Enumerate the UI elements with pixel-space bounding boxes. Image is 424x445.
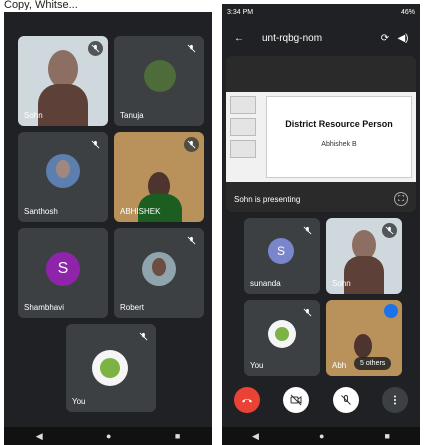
recents-nav-icon[interactable]: ■ <box>385 431 390 441</box>
logo-avatar <box>268 320 296 348</box>
slide-thumbnails <box>230 96 260 176</box>
mic-off-icon <box>300 223 315 238</box>
right-meet-screen: 3:34 PM 46% ← unt-rqbg-nom ⟳ ◀) District… <box>222 4 420 445</box>
participant-tile-santhosh[interactable]: Santhosh <box>18 132 108 222</box>
participant-name: You <box>72 397 86 406</box>
mic-off-icon <box>88 41 103 56</box>
mic-off-icon <box>340 395 351 405</box>
status-battery: 46% <box>400 8 415 16</box>
participant-name: Tanuja <box>120 111 144 120</box>
slide-subtitle: Abhishek B <box>321 141 357 148</box>
participant-name: Robert <box>120 303 145 312</box>
others-count-badge[interactable]: 5 others <box>354 357 392 370</box>
mic-off-icon <box>184 233 199 248</box>
participant-tile-you[interactable]: You <box>66 324 156 412</box>
participant-tile-tanuja[interactable]: Tanuja <box>114 36 204 126</box>
status-bar: 3:34 PM 46% <box>222 4 420 20</box>
participant-tile-shambhavi[interactable]: S Shambhavi <box>18 228 108 318</box>
participant-tile-abhishek[interactable]: Abh 5 others <box>326 300 402 376</box>
end-call-button[interactable] <box>233 387 260 413</box>
participant-tile-sunanda[interactable]: S sunanda <box>244 218 320 294</box>
mic-off-icon <box>184 137 199 152</box>
speaker-icon[interactable]: ◀) <box>394 33 412 44</box>
mic-off-icon <box>382 223 397 238</box>
participant-tile-you[interactable]: You <box>244 300 320 376</box>
avatar: S <box>268 238 294 264</box>
back-arrow-icon[interactable]: ← <box>230 33 248 44</box>
meeting-code[interactable]: unt-rqbg-nom <box>262 33 376 44</box>
slide-title: District Resource Person <box>285 119 393 129</box>
participant-name: sunanda <box>250 279 281 288</box>
participant-name: Santhosh <box>24 207 58 216</box>
speaking-indicator-icon <box>384 304 398 318</box>
presentation-tile[interactable]: District Resource Person Abhishek B Sohn… <box>226 56 416 212</box>
more-vert-icon <box>394 395 397 405</box>
cropped-top-text: Copy, Whitse... <box>4 0 78 10</box>
logo-avatar <box>92 350 128 386</box>
phone-hangup-icon <box>241 399 252 403</box>
android-nav-bar: ◀ ● ■ <box>222 427 420 445</box>
avatar <box>142 252 176 286</box>
participant-name: You <box>250 361 264 370</box>
slide-main: District Resource Person Abhishek B <box>266 96 412 178</box>
participant-name: Sohn <box>332 279 351 288</box>
back-nav-icon[interactable]: ◀ <box>36 431 43 442</box>
more-options-button[interactable] <box>382 387 409 413</box>
switch-camera-icon[interactable]: ⟳ <box>376 33 394 44</box>
avatar: S <box>46 252 80 286</box>
status-time: 3:34 PM <box>227 8 254 16</box>
mic-off-icon <box>88 137 103 152</box>
participant-name: Sohn <box>24 111 43 120</box>
left-meet-screen: Sohn Tanuja Santhosh ABHISHEK S Shambhav… <box>4 12 212 445</box>
back-nav-icon[interactable]: ◀ <box>252 431 259 442</box>
fullscreen-icon[interactable]: ⛶ <box>394 192 408 206</box>
participant-name: ABHISHEK <box>120 207 161 216</box>
participant-tile-robert[interactable]: Robert <box>114 228 204 318</box>
participant-tile-sohn[interactable]: Sohn <box>18 36 108 126</box>
shared-slide: District Resource Person Abhishek B <box>226 92 416 182</box>
mic-toggle-button[interactable] <box>332 387 359 413</box>
avatar <box>144 60 176 92</box>
avatar <box>46 154 80 188</box>
home-nav-icon[interactable]: ● <box>106 431 111 441</box>
mic-off-icon <box>136 329 151 344</box>
recents-nav-icon[interactable]: ■ <box>175 431 180 441</box>
participant-tile-sohn[interactable]: Sohn <box>326 218 402 294</box>
mic-off-icon <box>184 41 199 56</box>
participant-name: Abh <box>332 361 347 370</box>
presenting-caption: Sohn is presenting <box>234 195 301 204</box>
camera-off-icon <box>290 394 302 406</box>
app-bar: ← unt-rqbg-nom ⟳ ◀) <box>222 26 420 50</box>
home-nav-icon[interactable]: ● <box>319 431 324 441</box>
participant-name: Shambhavi <box>24 303 65 312</box>
android-nav-bar: ◀ ● ■ <box>4 427 212 445</box>
call-controls <box>222 386 420 414</box>
participant-tile-abhishek[interactable]: ABHISHEK <box>114 132 204 222</box>
mic-off-icon <box>300 305 315 320</box>
camera-toggle-button[interactable] <box>283 387 310 413</box>
